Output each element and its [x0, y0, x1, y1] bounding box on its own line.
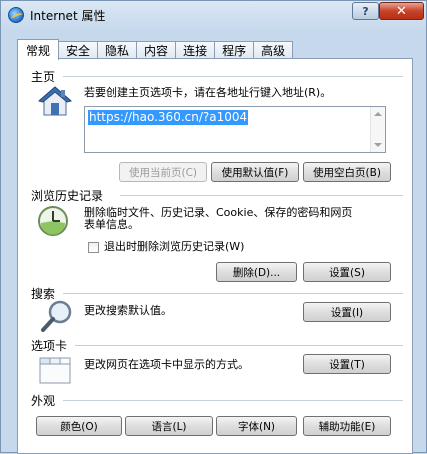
tab-connections[interactable]: 连接 [175, 41, 216, 59]
tabs-section-title: 选项卡 [31, 339, 68, 353]
homepage-section-title: 主页 [31, 70, 56, 84]
search-divider [63, 293, 403, 294]
accessibility-button[interactable]: 辅助功能(E) [303, 416, 391, 436]
homepage-address-box[interactable]: https://hao.360.cn/?a1004 [84, 106, 386, 153]
scroll-down-icon[interactable] [374, 143, 382, 147]
tabs-divider [75, 345, 403, 346]
appearance-divider [63, 400, 403, 401]
scroll-up-icon[interactable] [374, 112, 382, 116]
title-bar[interactable]: Internet 属性 ? ✕ [1, 1, 426, 29]
use-current-button[interactable]: 使用当前页(C) [119, 162, 207, 182]
homepage-scrollbar[interactable] [370, 107, 385, 152]
appearance-section-title: 外观 [31, 394, 56, 408]
tabs-settings-button[interactable]: 设置(T) [303, 354, 391, 374]
fonts-button[interactable]: 字体(N) [216, 416, 297, 436]
tab-general[interactable]: 常规 [17, 39, 60, 60]
homepage-description: 若要创建主页选项卡，请在各地址行键入地址(R)。 [84, 86, 332, 99]
clock-icon [38, 206, 68, 236]
tab-advanced[interactable]: 高级 [253, 41, 294, 59]
use-default-button[interactable]: 使用默认值(F) [211, 162, 299, 182]
search-settings-button[interactable]: 设置(I) [303, 302, 391, 322]
tab-privacy[interactable]: 隐私 [97, 41, 138, 59]
history-settings-button[interactable]: 设置(S) [303, 262, 391, 282]
delete-on-exit-label[interactable]: 退出时删除浏览历史记录(W) [104, 240, 244, 254]
internet-explorer-icon [8, 7, 24, 23]
search-description: 更改搜索默认值。 [84, 304, 172, 317]
tabs-description: 更改网页在选项卡中显示的方式。 [84, 358, 249, 371]
tab-security[interactable]: 安全 [58, 41, 99, 59]
close-button[interactable]: ✕ [379, 2, 424, 20]
tab-content[interactable]: 内容 [136, 41, 177, 59]
window-title: Internet 属性 [30, 9, 106, 23]
history-divider [120, 195, 403, 196]
house-icon [38, 86, 72, 116]
tabbed-window-icon [39, 357, 71, 384]
languages-button[interactable]: 语言(L) [125, 416, 213, 436]
internet-options-dialog: Internet 属性 ? ✕ 常规 安全 隐私 内容 连接 程序 高级 主页 … [0, 0, 427, 454]
history-section-title: 浏览历史记录 [31, 189, 104, 203]
tab-strip: 常规 安全 隐私 内容 连接 程序 高级 [17, 39, 294, 60]
help-button[interactable]: ? [352, 2, 379, 20]
delete-on-exit-checkbox[interactable] [88, 242, 99, 253]
homepage-divider [63, 76, 403, 77]
history-description-line2: 表单信息。 [84, 218, 139, 231]
delete-history-button[interactable]: 删除(D)... [216, 262, 297, 282]
general-tab-panel: 主页 若要创建主页选项卡，请在各地址行键入地址(R)。 https://hao.… [17, 58, 413, 454]
magnifier-icon [41, 300, 72, 332]
colors-button[interactable]: 颜色(O) [36, 416, 122, 436]
use-blank-button[interactable]: 使用空白页(B) [303, 162, 391, 182]
homepage-url[interactable]: https://hao.360.cn/?a1004 [88, 110, 249, 125]
tab-programs[interactable]: 程序 [214, 41, 255, 59]
